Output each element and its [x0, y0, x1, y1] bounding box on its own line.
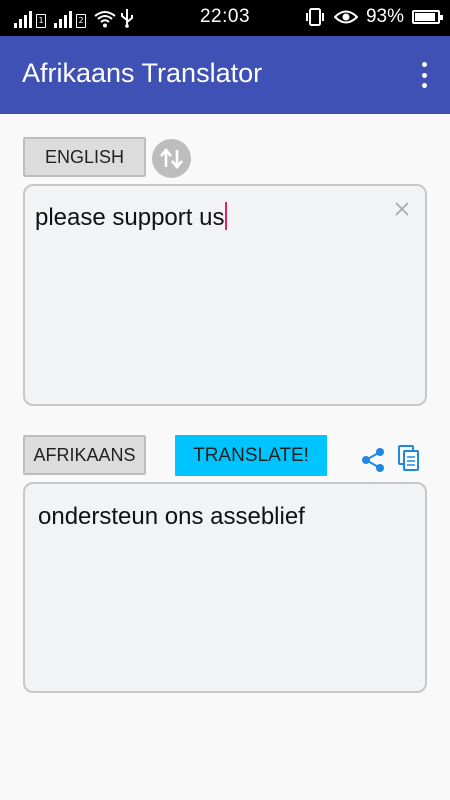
text-cursor	[225, 202, 228, 230]
share-icon[interactable]	[361, 447, 385, 473]
battery-percent: 93%	[365, 6, 404, 27]
swap-vertical-icon	[160, 147, 183, 170]
source-text-input[interactable]: please support us	[23, 184, 427, 406]
status-right: 93%	[304, 6, 443, 28]
more-vert-icon[interactable]	[420, 62, 428, 88]
source-language-button[interactable]: ENGLISH	[23, 137, 146, 177]
status-bar: 1 2 22:03 93%	[0, 0, 450, 36]
translated-text: ondersteun ons asseblief	[38, 503, 305, 530]
app-title: Afrikaans Translator	[22, 58, 263, 88]
target-language-button[interactable]: AFRIKAANS	[23, 435, 146, 475]
battery-icon	[412, 10, 443, 24]
close-icon[interactable]	[391, 198, 413, 220]
copy-icon[interactable]	[398, 445, 420, 471]
eye-icon	[333, 10, 358, 24]
source-text[interactable]: please support us	[35, 202, 228, 232]
vibrate-icon	[305, 8, 324, 26]
swap-languages-button[interactable]	[152, 139, 191, 178]
translation-output: ondersteun ons asseblief	[23, 482, 427, 693]
app-bar: Afrikaans Translator	[0, 36, 450, 114]
translate-button[interactable]: TRANSLATE!	[175, 435, 327, 476]
